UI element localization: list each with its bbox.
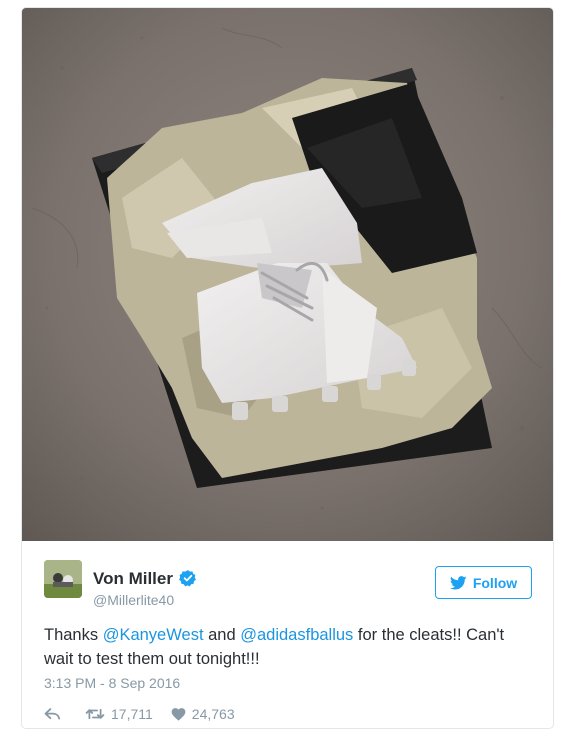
mention-adidasfballus[interactable]: @adidasfballus [240,626,353,644]
retweet-button[interactable]: 17,711 [85,706,153,722]
tweet-text: Thanks @KanyeWest and @adidasfballus for… [44,623,534,671]
like-count: 24,763 [191,706,235,722]
mention-kanyewest[interactable]: @KanyeWest [103,626,204,644]
avatar[interactable] [44,560,82,598]
like-button[interactable]: 24,763 [171,706,235,722]
tweet-card: Von Miller @Millerlite40 Follow Thanks @… [21,7,554,729]
handle[interactable]: @Millerlite40 [93,592,174,608]
follow-button[interactable]: Follow [435,566,532,599]
tweet-text-part: and [203,626,241,644]
heart-icon [171,708,186,721]
tweet-actions: 17,711 24,763 [44,704,235,724]
follow-label: Follow [472,574,518,591]
verified-badge-icon [179,570,196,587]
reply-button[interactable] [44,707,61,721]
tweet-photo[interactable] [22,8,553,541]
retweet-count: 17,711 [111,706,153,722]
tweet-timestamp[interactable]: 3:13 PM - 8 Sep 2016 [44,675,180,691]
reply-arrow-icon [44,708,61,720]
display-name[interactable]: Von Miller [93,569,173,589]
twitter-bird-icon [449,575,467,590]
tweet-text-part: Thanks [44,626,103,644]
retweet-icon [85,708,105,720]
